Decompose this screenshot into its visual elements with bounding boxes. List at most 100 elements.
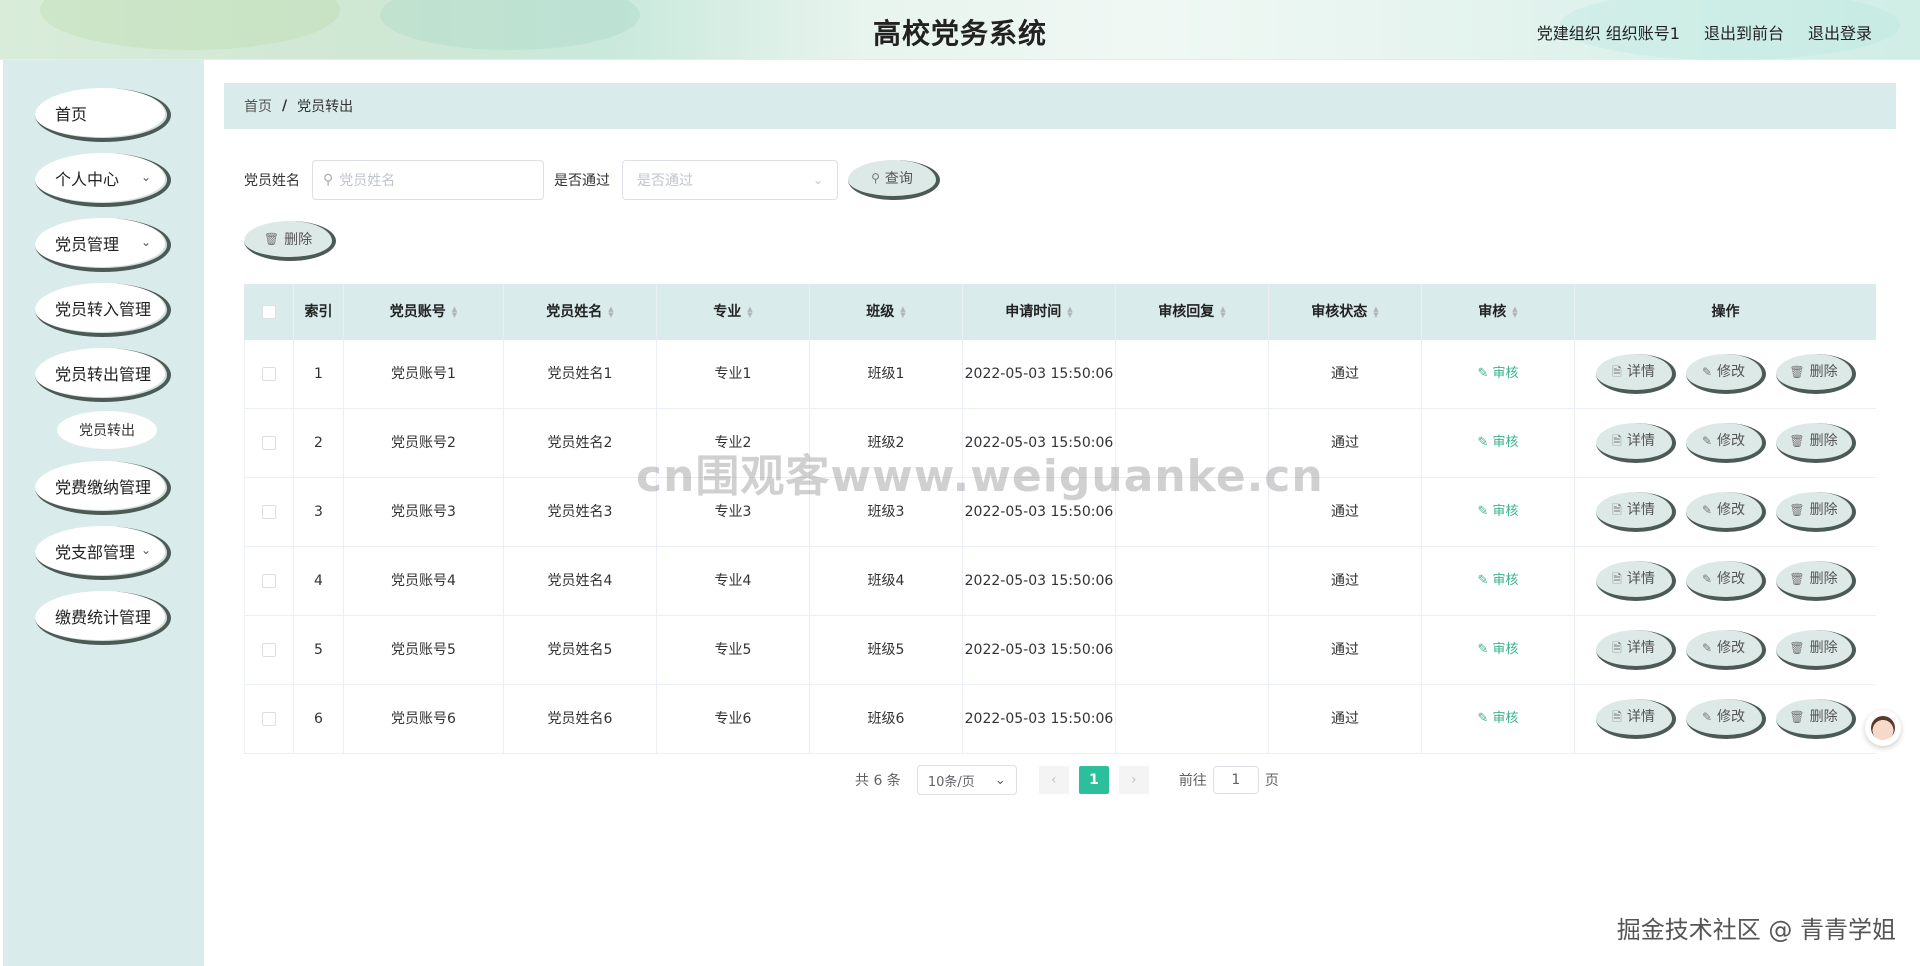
next-page-button[interactable]: › <box>1118 766 1149 794</box>
row-actions: 🗎 详情 ✎ 修改 🗑 删除 <box>1595 492 1856 532</box>
sort-icon: ▲ ▼ <box>1512 305 1518 319</box>
document-icon: 🗎 <box>1612 572 1622 586</box>
assistant-avatar[interactable] <box>1865 710 1901 746</box>
header-time[interactable]: 申请时间 ▲ ▼ <box>963 284 1116 340</box>
sidebar-item-member-management[interactable]: 党员管理 ⌄ <box>35 218 171 272</box>
edit-button[interactable]: ✎ 修改 <box>1685 423 1766 463</box>
trash-icon: 🗑 <box>1789 434 1805 448</box>
detail-button[interactable]: 🗎 详情 <box>1595 354 1676 394</box>
header-account[interactable]: 党员账号 ▲ ▼ <box>344 284 504 340</box>
sidebar-item-branch-management[interactable]: 党支部管理 ⌄ <box>35 526 171 580</box>
search-bar: 党员姓名 ⚲ 党员姓名 是否通过 是否通过 ⌄ ⚲ 查询 <box>244 160 940 200</box>
edit-button[interactable]: ✎ 修改 <box>1685 354 1766 394</box>
cell-major: 专业5 <box>657 616 810 684</box>
trash-icon: 🗑 <box>1789 710 1805 724</box>
header-reply[interactable]: 审核回复 ▲ ▼ <box>1116 284 1269 340</box>
sidebar-item-personal-center[interactable]: 个人中心 ⌄ <box>35 153 171 207</box>
header-name[interactable]: 党员姓名 ▲ ▼ <box>504 284 657 340</box>
edit-button[interactable]: ✎ 修改 <box>1685 699 1766 739</box>
cell-account: 党员账号6 <box>344 685 504 753</box>
row-checkbox[interactable] <box>262 643 276 657</box>
audit-link[interactable]: ✎ 审核 <box>1477 708 1518 730</box>
header-audit[interactable]: 审核 ▲ ▼ <box>1422 284 1575 340</box>
delete-button[interactable]: 🗑 删除 <box>1775 423 1856 463</box>
sidebar-subitem-transfer-out[interactable]: 党员转出 <box>57 411 157 449</box>
audit-link[interactable]: ✎ 审核 <box>1477 363 1518 385</box>
sidebar-item-transfer-in[interactable]: 党员转入管理 <box>35 283 171 337</box>
edit-button[interactable]: ✎ 修改 <box>1685 492 1766 532</box>
audit-link[interactable]: ✎ 审核 <box>1477 570 1518 592</box>
sidebar-item-transfer-out[interactable]: 党员转出管理 <box>35 348 171 402</box>
batch-delete-button[interactable]: 🗑 删除 <box>244 221 336 261</box>
logout-link[interactable]: 退出登录 <box>1808 20 1872 44</box>
table-row: 1 党员账号1 党员姓名1 专业1 班级1 2022-05-03 15:50:06 通过 ✎ … <box>244 340 1876 409</box>
detail-button[interactable]: 🗎 详情 <box>1595 561 1676 601</box>
transfer-out-table: 索引 党员账号 ▲ ▼ 党员姓名 ▲ ▼ 专业 ▲ ▼ 班级 ▲ ▼ 申请时间 ▲ ▼ 审核回复 ▲ ▼… <box>244 284 1876 754</box>
sort-icon: ▲ ▼ <box>451 305 458 319</box>
cell-index: 2 <box>294 409 344 477</box>
query-button[interactable]: ⚲ 查询 <box>848 160 940 200</box>
cell-time: 2022-05-03 15:50:06 <box>963 478 1116 546</box>
delete-button[interactable]: 🗑 删除 <box>1775 561 1856 601</box>
goto-page-input[interactable]: 1 <box>1212 766 1259 794</box>
cell-reply <box>1116 547 1269 615</box>
cell-class: 班级2 <box>810 409 963 477</box>
audit-link[interactable]: ✎ 审核 <box>1477 501 1518 523</box>
row-checkbox[interactable] <box>262 712 276 726</box>
cell-index: 1 <box>294 340 344 408</box>
trash-icon: 🗑 <box>1789 572 1805 586</box>
table-header: 索引 党员账号 ▲ ▼ 党员姓名 ▲ ▼ 专业 ▲ ▼ 班级 ▲ ▼ 申请时间 ▲ ▼ 审核回复 ▲ ▼… <box>244 284 1876 340</box>
cell-index: 6 <box>294 685 344 753</box>
detail-button[interactable]: 🗎 详情 <box>1595 699 1676 739</box>
row-checkbox[interactable] <box>262 574 276 588</box>
delete-button[interactable]: 🗑 删除 <box>1775 354 1856 394</box>
edit-icon: ✎ <box>1701 572 1713 586</box>
delete-button[interactable]: 🗑 删除 <box>1775 630 1856 670</box>
document-icon: 🗎 <box>1612 641 1622 655</box>
row-checkbox[interactable] <box>262 436 276 450</box>
detail-button[interactable]: 🗎 详情 <box>1595 492 1676 532</box>
sidebar-item-home[interactable]: 首页 <box>35 88 171 142</box>
detail-button[interactable]: 🗎 详情 <box>1595 630 1676 670</box>
row-checkbox[interactable] <box>262 367 276 381</box>
edit-button[interactable]: ✎ 修改 <box>1685 561 1766 601</box>
delete-button[interactable]: 🗑 删除 <box>1775 492 1856 532</box>
delete-button[interactable]: 🗑 删除 <box>1775 699 1856 739</box>
cell-status: 通过 <box>1269 478 1422 546</box>
edit-button[interactable]: ✎ 修改 <box>1685 630 1766 670</box>
sidebar-item-dues-payment[interactable]: 党费缴纳管理 <box>35 461 171 515</box>
member-name-label: 党员姓名 <box>244 173 300 189</box>
exit-to-front-link[interactable]: 退出到前台 <box>1704 20 1784 44</box>
detail-button[interactable]: 🗎 详情 <box>1595 423 1676 463</box>
cell-account: 党员账号5 <box>344 616 504 684</box>
cell-account: 党员账号4 <box>344 547 504 615</box>
chevron-down-icon: ⌄ <box>140 170 151 184</box>
pass-select[interactable]: 是否通过 ⌄ <box>622 160 838 200</box>
breadcrumb-home[interactable]: 首页 <box>244 96 272 116</box>
chevron-left-icon: ‹ <box>1051 772 1057 788</box>
total-count: 共 6 条 <box>855 773 901 789</box>
select-all-checkbox[interactable] <box>261 305 276 319</box>
cell-account: 党员账号3 <box>344 478 504 546</box>
audit-link[interactable]: ✎ 审核 <box>1477 432 1518 454</box>
breadcrumb: 首页 / 党员转出 <box>224 83 1896 129</box>
row-checkbox[interactable] <box>262 505 276 519</box>
header-major[interactable]: 专业 ▲ ▼ <box>657 284 810 340</box>
sidebar-item-payment-stats[interactable]: 缴费统计管理 <box>35 591 171 645</box>
row-actions: 🗎 详情 ✎ 修改 🗑 删除 <box>1595 630 1856 670</box>
header-class[interactable]: 班级 ▲ ▼ <box>810 284 963 340</box>
cell-major: 专业2 <box>657 409 810 477</box>
current-user: 党建组织 组织账号1 <box>1536 24 1680 43</box>
audit-link[interactable]: ✎ 审核 <box>1477 639 1518 661</box>
cell-index: 3 <box>294 478 344 546</box>
header-status[interactable]: 审核状态 ▲ ▼ <box>1269 284 1422 340</box>
edit-icon: ✎ <box>1477 711 1493 726</box>
prev-page-button[interactable]: ‹ <box>1038 766 1069 794</box>
chevron-down-icon: ⌄ <box>140 235 151 249</box>
edit-icon: ✎ <box>1701 365 1713 379</box>
page-size-select[interactable]: 10条/页 ⌄ <box>916 765 1017 795</box>
member-name-input[interactable]: ⚲ 党员姓名 <box>312 160 544 200</box>
sort-icon: ▲ ▼ <box>747 305 753 319</box>
top-header: 高校党务系统 党建组织 组织账号1 退出到前台 退出登录 <box>0 0 1920 60</box>
page-number[interactable]: 1 <box>1078 766 1109 794</box>
